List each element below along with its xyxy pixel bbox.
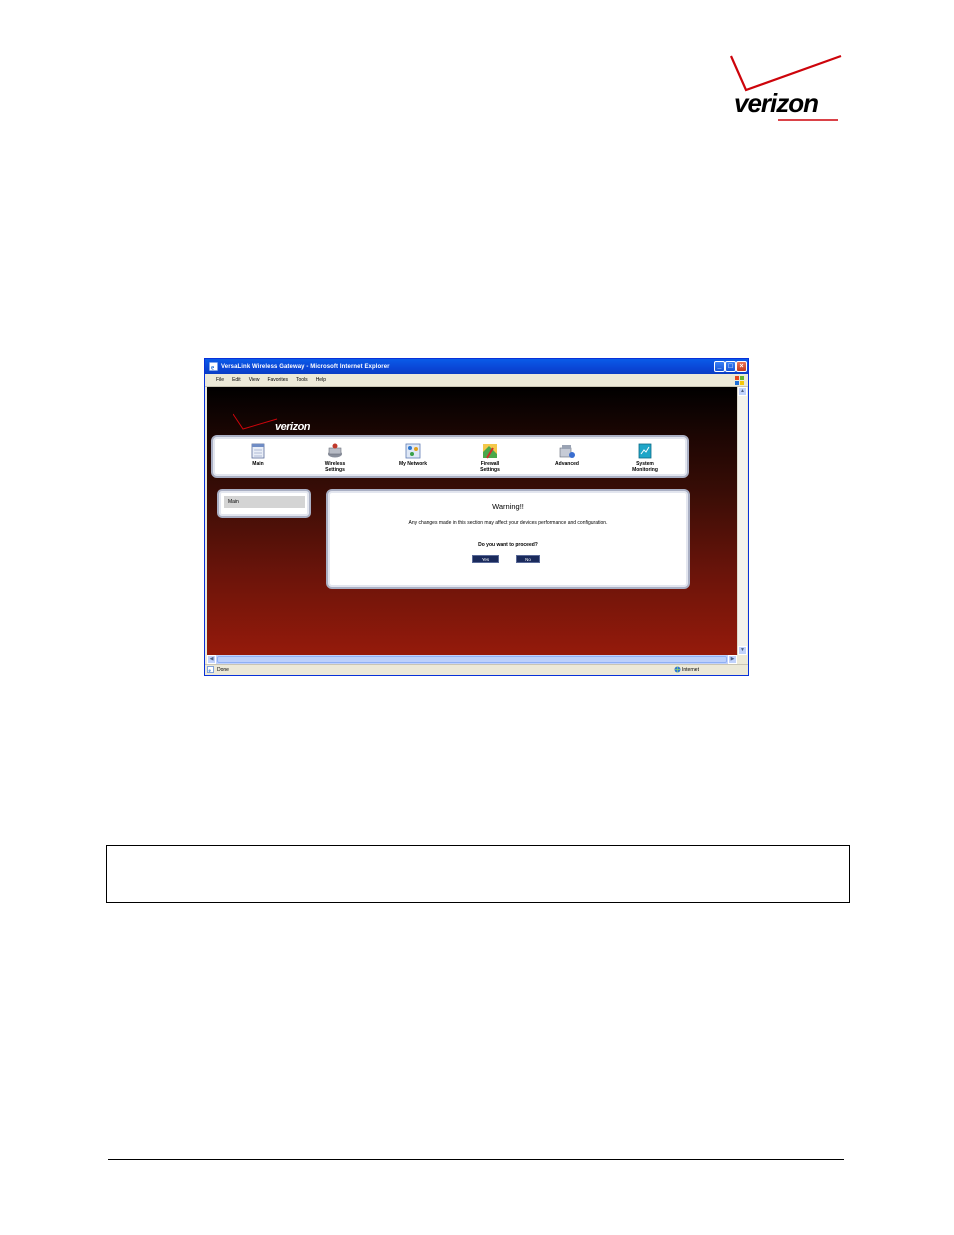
nav-wireless-settings[interactable]: Wireless Settings (305, 440, 365, 478)
system-monitoring-icon (638, 443, 652, 459)
nav-firewall-label: Firewall Settings (480, 461, 500, 473)
nav-my-network-label: My Network (398, 461, 428, 467)
page-done-icon: e (207, 666, 214, 673)
minimize-button[interactable]: _ (714, 361, 725, 372)
side-menu-panel: Main (217, 489, 311, 518)
yes-button[interactable]: Yes (472, 555, 499, 563)
menu-bar: File Edit View Favorites Tools Help (205, 374, 748, 387)
nav-system-monitoring[interactable]: System Monitoring (615, 440, 675, 478)
menu-tools[interactable]: Tools (296, 377, 308, 383)
nav-main[interactable]: Main (228, 440, 288, 478)
warning-panel: Warning!! Any changes made in this secti… (326, 489, 690, 589)
close-button[interactable]: × (736, 361, 747, 372)
maximize-button[interactable]: □ (725, 361, 736, 372)
warning-title: Warning!! (492, 502, 524, 511)
no-button[interactable]: No (516, 555, 540, 563)
internet-globe-icon (674, 666, 681, 673)
status-bar: e Done Internet (205, 664, 748, 675)
menu-view[interactable]: View (249, 377, 260, 383)
svg-text:e: e (211, 364, 214, 372)
windows-flag-icon (734, 375, 745, 385)
proceed-question: Do you want to proceed? (478, 542, 538, 548)
nav-advanced[interactable]: Advanced (537, 440, 597, 478)
nav-my-network[interactable]: My Network (383, 440, 443, 478)
note-box (106, 845, 850, 903)
scroll-up-arrow-icon[interactable]: ▲ (738, 387, 747, 396)
footer-divider (108, 1159, 844, 1160)
nav-system-monitoring-label: System Monitoring (632, 461, 658, 473)
nav-advanced-label: Advanced (555, 461, 579, 467)
verizon-page-logo: verizon (233, 413, 311, 433)
scroll-down-arrow-icon[interactable]: ▼ (738, 646, 747, 655)
vertical-scrollbar[interactable]: ▲ ▼ (737, 387, 747, 655)
menu-favorites[interactable]: Favorites (267, 377, 288, 383)
advanced-icon (559, 445, 575, 458)
verizon-logo: verizon (729, 54, 842, 121)
page-viewport: verizon Main Wireless Settings My Networ… (207, 387, 737, 655)
security-zone: Internet (682, 667, 699, 673)
side-menu-main[interactable]: Main (224, 496, 305, 508)
firewall-icon (483, 444, 497, 459)
menu-file[interactable]: File (216, 377, 224, 383)
nav-panel: Main Wireless Settings My Network Firewa… (211, 435, 689, 478)
wireless-router-icon (328, 443, 342, 458)
window-title: VersaLink Wireless Gateway - Microsoft I… (221, 363, 390, 370)
main-calendar-icon (251, 443, 265, 459)
verizon-logo-text: verizon (734, 88, 818, 118)
horizontal-scroll-thumb[interactable] (217, 656, 727, 663)
scroll-left-arrow-icon[interactable]: ◀ (207, 655, 216, 664)
menu-help[interactable]: Help (316, 377, 326, 383)
warning-message: Any changes made in this section may aff… (408, 520, 608, 526)
ie-app-icon[interactable]: e (208, 362, 218, 372)
menu-edit[interactable]: Edit (232, 377, 241, 383)
browser-window: e VersaLink Wireless Gateway - Microsoft… (204, 358, 749, 676)
scroll-right-arrow-icon[interactable]: ▶ (728, 655, 737, 664)
nav-wireless-label: Wireless Settings (324, 461, 346, 473)
nav-firewall-settings[interactable]: Firewall Settings (460, 440, 520, 478)
title-bar[interactable]: e VersaLink Wireless Gateway - Microsoft… (205, 359, 748, 374)
my-network-icon (405, 443, 421, 459)
status-text: Done (217, 667, 229, 673)
horizontal-scrollbar[interactable]: ◀ ▶ (207, 655, 737, 664)
verizon-page-logo-text: verizon (275, 421, 311, 433)
nav-main-label: Main (252, 461, 264, 467)
